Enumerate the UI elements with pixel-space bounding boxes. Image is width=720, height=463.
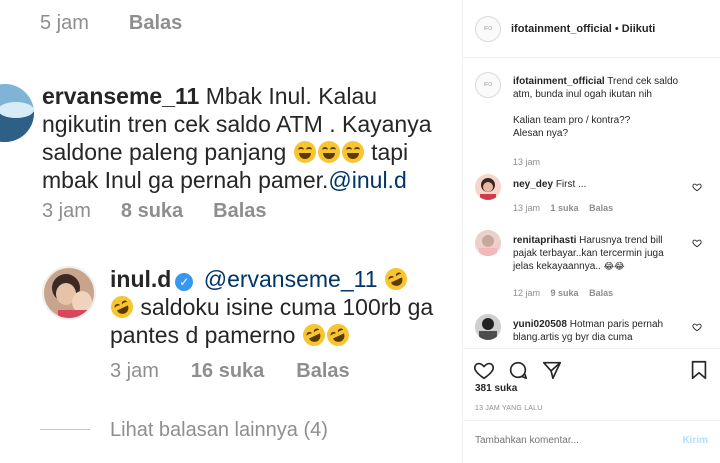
avatar[interactable] — [475, 174, 501, 200]
caption-text: Alesan nya? — [513, 128, 569, 139]
share-icon[interactable] — [541, 359, 563, 381]
comment-time: 5 jam — [40, 12, 89, 34]
reply-button[interactable]: Balas — [213, 200, 266, 223]
likes-count[interactable]: 8 suka — [121, 200, 183, 223]
comment-time: 13 jam — [513, 203, 541, 213]
top-comment-meta: 5 jam Balas — [40, 12, 182, 35]
caption: ifotainment_official Trend cek saldo atm… — [513, 75, 681, 140]
avatar[interactable]: IFO — [475, 15, 501, 42]
rofl-emoji-icon — [107, 292, 137, 322]
post-header: IFO ifotainment_official • Diikuti — [463, 0, 720, 58]
laughing-emoji-icon — [341, 141, 364, 163]
avatar[interactable] — [475, 230, 501, 256]
reply-text: pantes d pamerno — [110, 322, 296, 348]
comment-text: First ... — [555, 179, 587, 190]
post-timestamp: 13 JAM YANG LALU — [475, 405, 543, 412]
comment-text: mbak Inul ga pernah pamer. — [42, 167, 329, 193]
bookmark-icon[interactable] — [688, 359, 710, 381]
zoomed-comment-thread: 5 jam Balas ervanseme_11 Mbak Inul. Kala… — [0, 0, 462, 463]
heart-icon[interactable] — [692, 182, 702, 192]
verified-badge-icon: ✓ — [175, 273, 194, 291]
likes-count[interactable]: 16 suka — [191, 360, 264, 383]
separator-dot: • — [614, 22, 619, 35]
caption-text: Kalian team pro / kontra?? — [513, 115, 631, 126]
comment-icon[interactable] — [507, 359, 529, 381]
reply-button[interactable]: Balas — [589, 203, 613, 213]
reply-button[interactable]: Balas — [589, 288, 613, 298]
comment-time: 12 jam — [513, 288, 541, 298]
reply-meta: 3 jam 16 suka Balas — [110, 360, 350, 383]
comment-username[interactable]: ervanseme_11 — [42, 83, 199, 109]
follow-status-button[interactable]: Diikuti — [622, 23, 656, 35]
post-side-panel: IFO ifotainment_official • Diikuti IFO i… — [462, 0, 720, 463]
reply-username[interactable]: inul.d — [110, 266, 171, 292]
reply-button[interactable]: Balas — [296, 360, 349, 383]
rofl-emoji-icon — [381, 264, 411, 294]
comment-text: ngikutin tren cek saldo ATM . Kayanya — [42, 111, 432, 137]
laughing-emoji-icon — [317, 141, 340, 163]
comment-text: tapi — [371, 139, 409, 165]
like-heart-icon[interactable] — [473, 359, 495, 381]
comment-body: ervanseme_11 Mbak Inul. Kalau ngikutin t… — [42, 82, 462, 194]
divider — [40, 429, 90, 430]
heart-icon[interactable] — [692, 322, 702, 332]
comment-username[interactable]: yuni020508 — [513, 319, 567, 330]
avatar[interactable]: IFO — [475, 72, 501, 98]
likes-count[interactable]: 9 suka — [551, 288, 579, 298]
caption-time: 13 jam — [513, 157, 541, 167]
likes-count[interactable]: 1 suka — [551, 203, 579, 213]
mention-link[interactable]: @ervanseme_11 — [204, 266, 378, 292]
comment-time: 3 jam — [42, 200, 91, 222]
comment: ney_dey First ... — [513, 178, 681, 191]
comment: renitaprihasti Harusnya trend bill pajak… — [513, 234, 681, 273]
comment-username[interactable]: ney_dey — [513, 179, 553, 190]
rofl-emoji-icon — [299, 320, 329, 350]
comment-composer: Kirim — [463, 420, 720, 463]
laughing-emoji-icon: 😂😂 — [603, 261, 625, 271]
view-more-replies-button[interactable]: Lihat balasan lainnya (4) — [110, 419, 328, 442]
reply-button[interactable]: Balas — [129, 12, 182, 35]
send-comment-button[interactable]: Kirim — [682, 435, 708, 446]
mention-link[interactable]: @inul.d — [328, 167, 406, 193]
comment: yuni020508 Hotman paris pernah blang.art… — [513, 318, 681, 344]
comment-username[interactable]: renitaprihasti — [513, 235, 576, 246]
comment-meta: 13 jam 1 suka Balas — [513, 203, 613, 213]
comment-meta: 12 jam 9 suka Balas — [513, 288, 613, 298]
caption-username[interactable]: ifotainment_official — [513, 76, 605, 87]
add-comment-input[interactable] — [475, 435, 655, 446]
avatar[interactable] — [475, 314, 501, 340]
avatar[interactable] — [42, 266, 96, 320]
rofl-emoji-icon — [323, 320, 353, 350]
comment-meta: 3 jam 8 suka Balas — [42, 200, 267, 223]
comment-text: Mbak Inul. Kalau — [205, 83, 378, 109]
post-likes-count[interactable]: 381 suka — [475, 383, 517, 394]
avatar[interactable] — [0, 84, 34, 142]
comment-text: saldone paleng panjang — [42, 139, 287, 165]
comment-time: 3 jam — [110, 360, 159, 382]
heart-icon[interactable] — [692, 238, 702, 248]
reply-body: inul.d ✓ @ervanseme_11 saldoku isine cuma… — [107, 264, 462, 350]
laughing-emoji-icon — [293, 141, 316, 163]
reply-text: saldoku isine cuma 100rb ga — [140, 294, 434, 320]
header-username[interactable]: ifotainment_official — [511, 23, 612, 35]
